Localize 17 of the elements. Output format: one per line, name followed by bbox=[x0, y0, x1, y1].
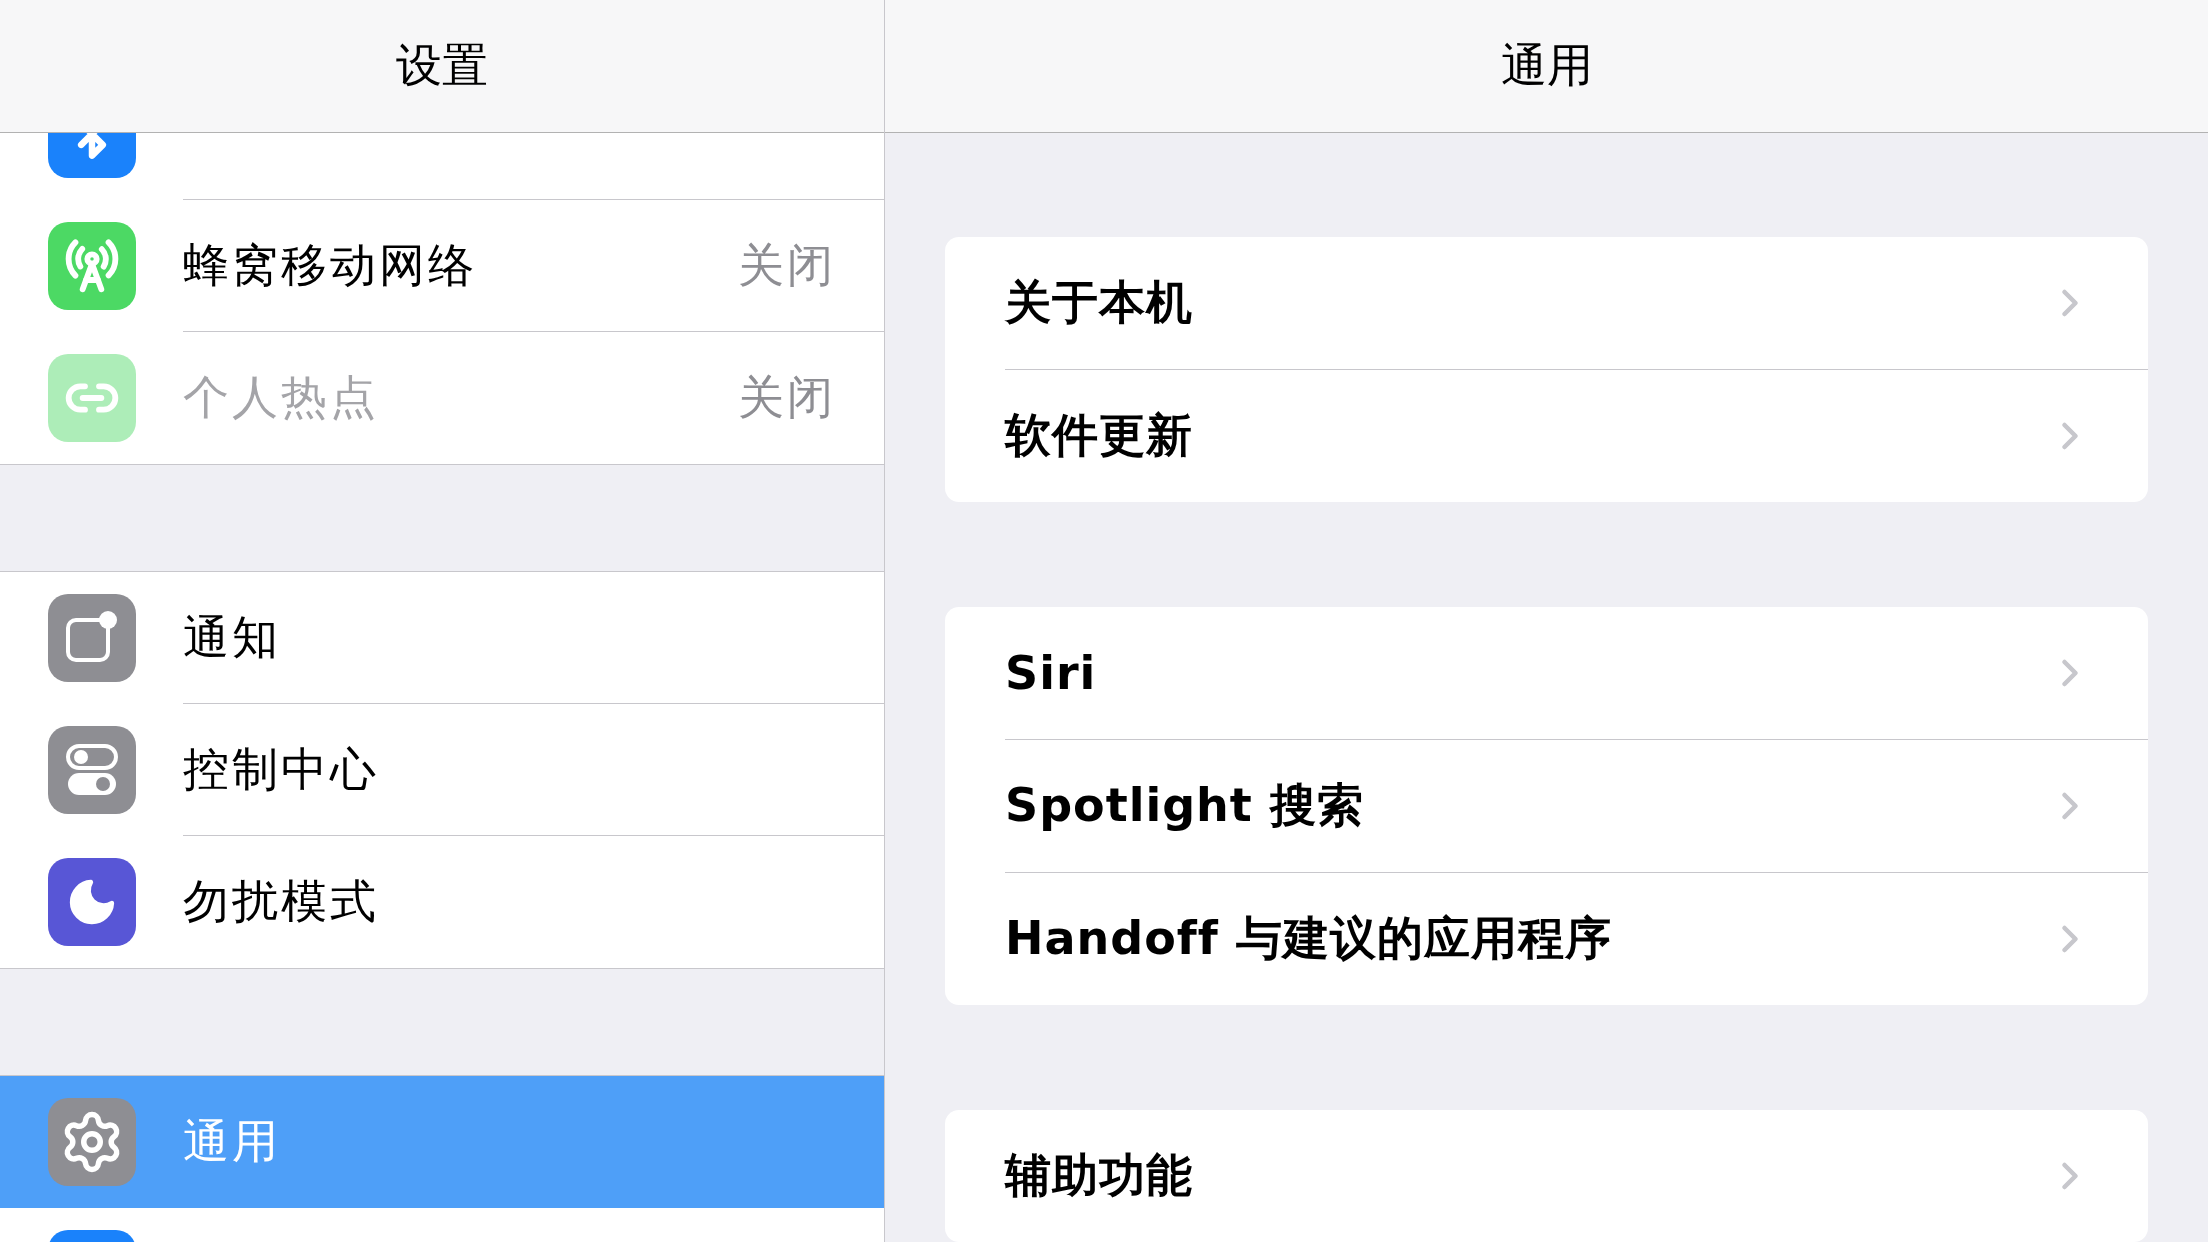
detail-row[interactable]: Siri bbox=[1005, 607, 2148, 740]
detail-row[interactable]: Spotlight 搜索 bbox=[1005, 740, 2148, 873]
antenna-icon bbox=[64, 238, 120, 294]
detail-row[interactable]: 软件更新 bbox=[1005, 370, 2148, 502]
page-title: 通用 bbox=[1500, 37, 1593, 94]
detail-row[interactable]: 辅助功能 bbox=[1005, 1110, 2148, 1242]
row-label: 个人热点 bbox=[183, 369, 379, 426]
row-label: 蜂窝移动网络 bbox=[183, 236, 477, 294]
row-label: 通用 bbox=[183, 1113, 281, 1170]
row-value: 关闭 bbox=[738, 369, 836, 426]
row-value: 关闭 bbox=[738, 236, 836, 294]
sidebar-title: 设置 bbox=[396, 37, 488, 94]
row-label: 控制中心 bbox=[183, 740, 379, 798]
detail-row[interactable]: 关于本机 bbox=[1005, 237, 2148, 370]
detail-row[interactable]: Handoff 与建议的应用程序 bbox=[1005, 873, 2148, 1005]
row-label: 勿扰模式 bbox=[183, 873, 379, 930]
row-label: 通知 bbox=[183, 608, 281, 666]
